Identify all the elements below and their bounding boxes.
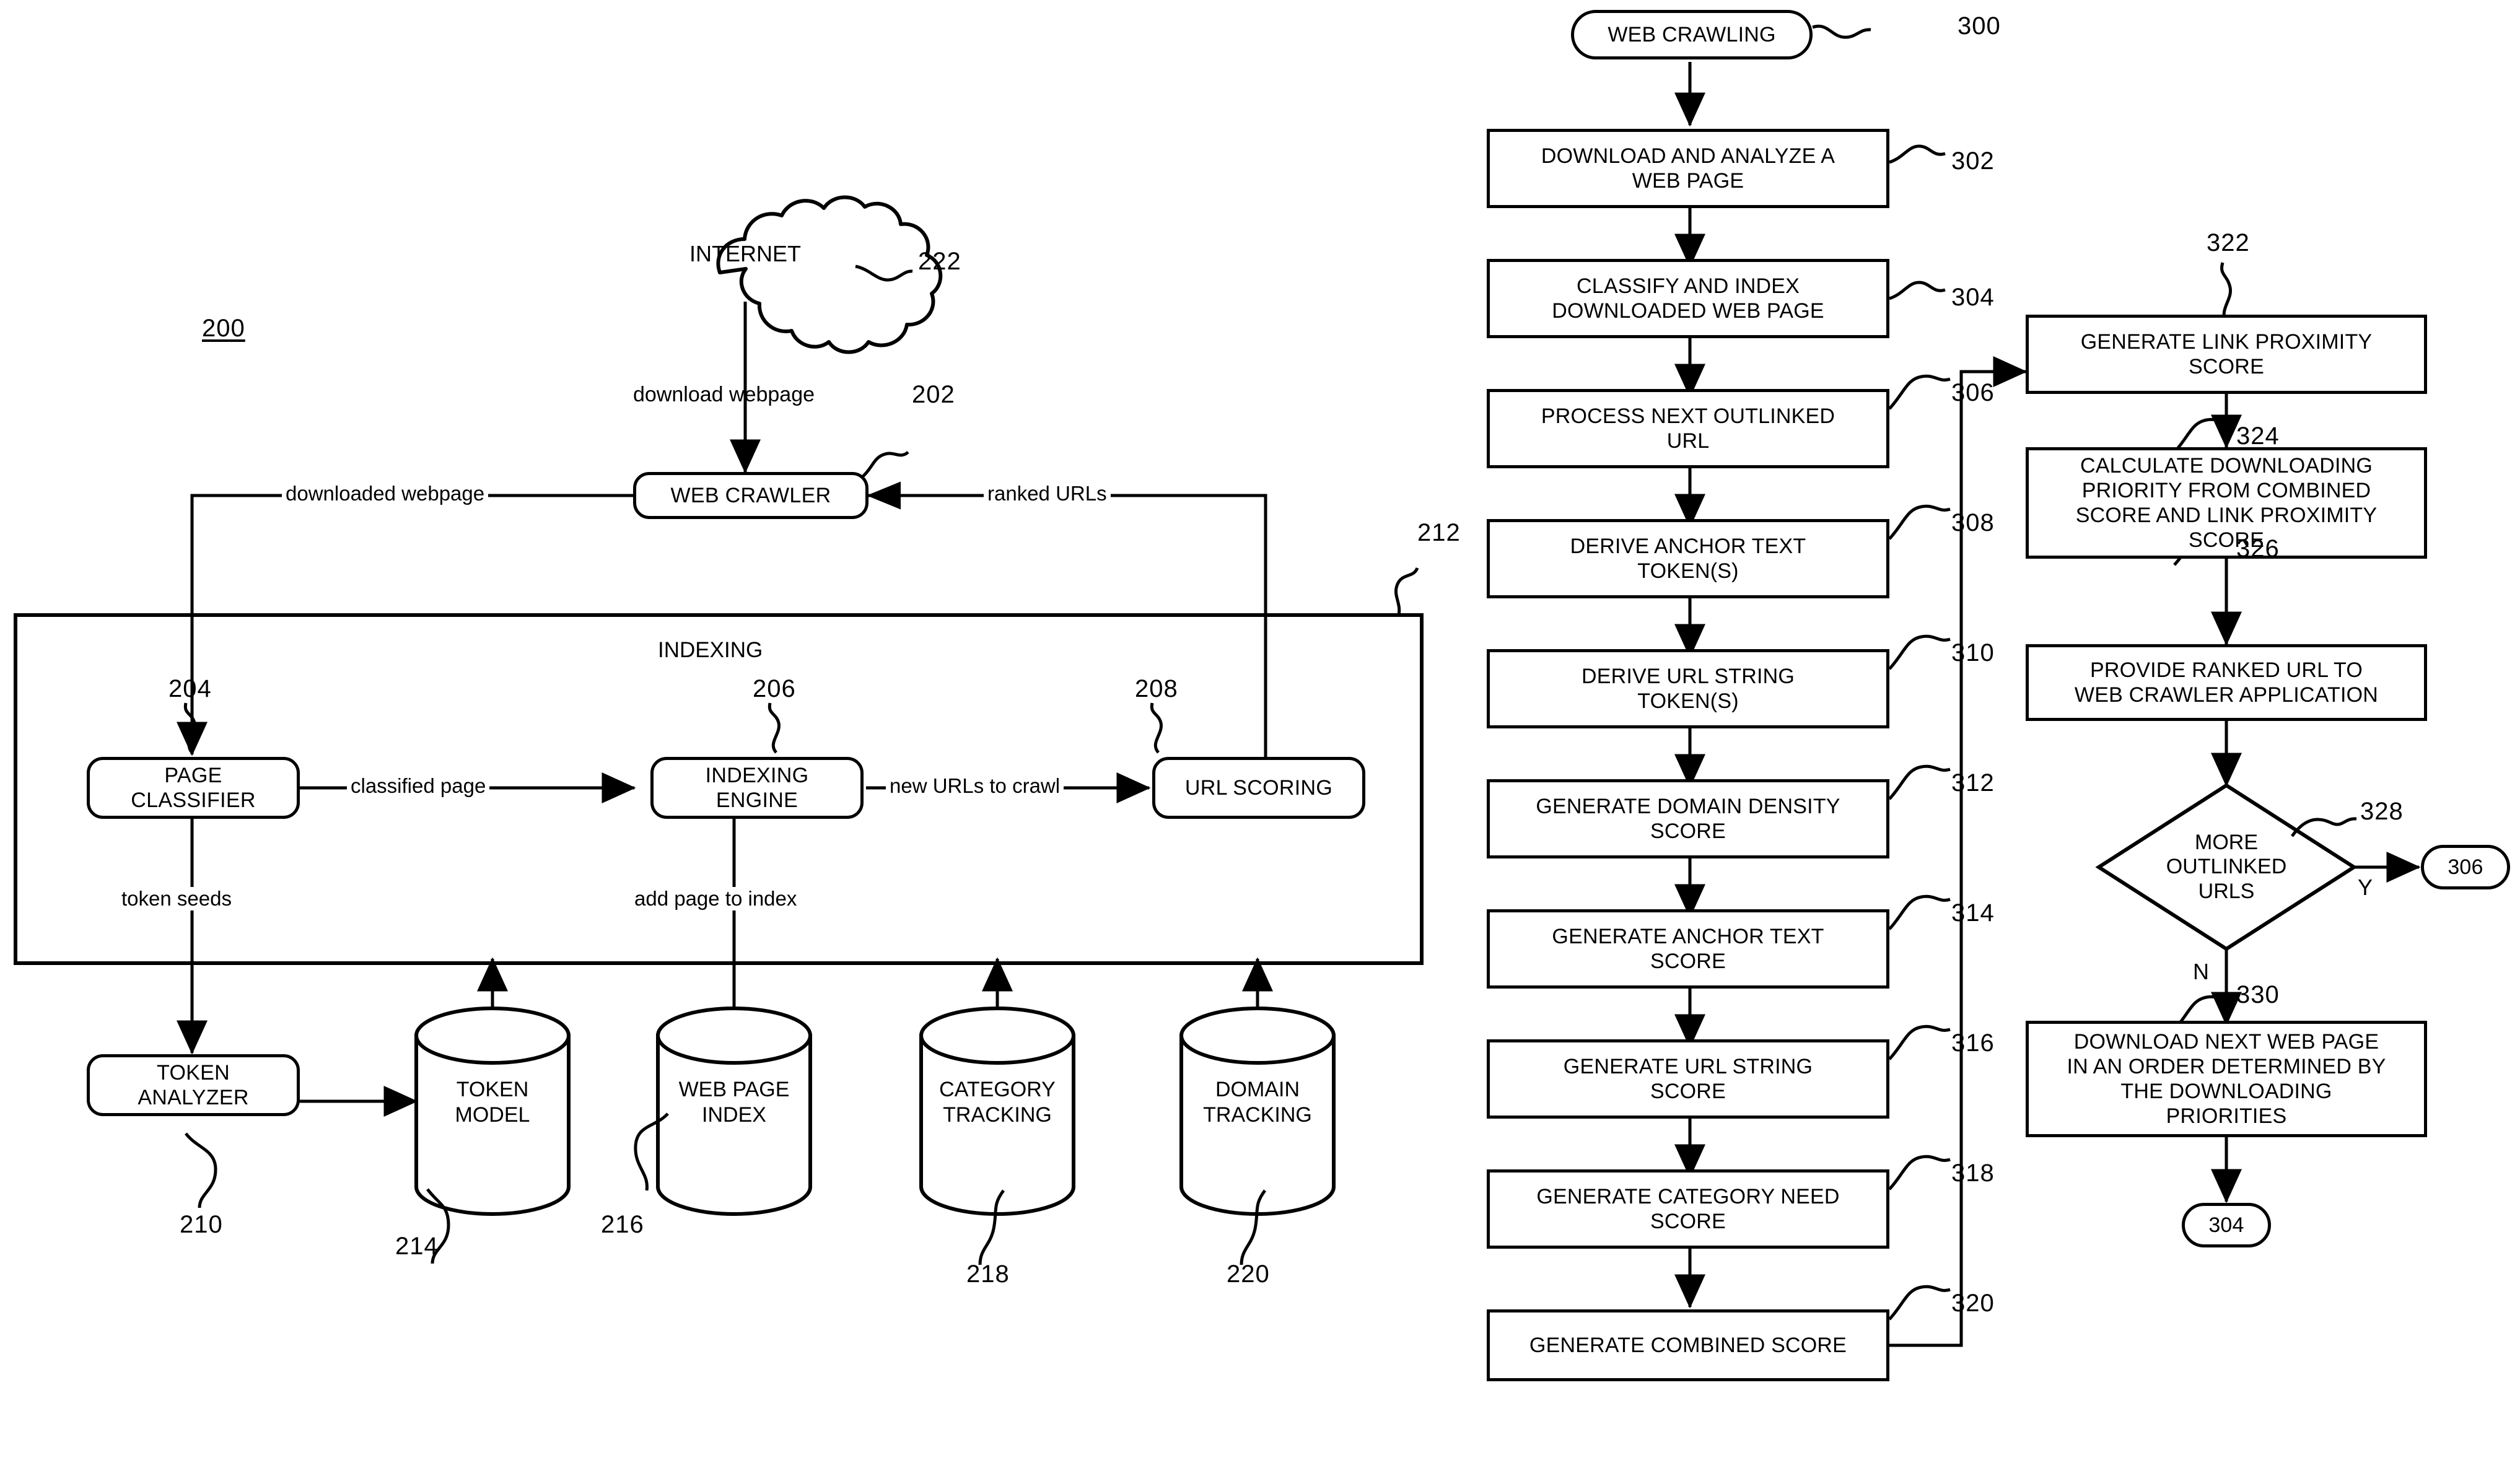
edge-label-ranked-urls: ranked URLs	[984, 482, 1111, 505]
flow-connector-306[interactable]: 306	[2421, 845, 2510, 889]
flow-step-316[interactable]: GENERATE URL STRING SCORE	[1487, 1039, 1889, 1119]
flow-connector-304[interactable]: 304	[2182, 1203, 2271, 1247]
ref-330: 330	[2236, 981, 2280, 1008]
ref-206: 206	[753, 675, 796, 702]
ref-204: 204	[168, 675, 212, 702]
cylinder-token-model	[414, 1007, 571, 1216]
flow-step-322[interactable]: GENERATE LINK PROXIMITY SCORE	[2026, 315, 2427, 394]
ref-314: 314	[1951, 899, 1995, 927]
ref-326: 326	[2236, 535, 2280, 562]
flow-step-318[interactable]: GENERATE CATEGORY NEED SCORE	[1487, 1169, 1889, 1249]
flow-step-330[interactable]: DOWNLOAD NEXT WEB PAGE IN AN ORDER DETER…	[2026, 1021, 2427, 1137]
ref-218: 218	[966, 1260, 1010, 1288]
ref-328: 328	[2360, 798, 2404, 825]
url-scoring-node[interactable]: URL SCORING	[1152, 757, 1365, 819]
internet-cloud-icon	[716, 195, 943, 354]
flow-step-302[interactable]: DOWNLOAD AND ANALYZE A WEB PAGE	[1487, 129, 1889, 208]
decision-yes-label: Y	[2358, 875, 2373, 900]
leader-300	[1812, 24, 1871, 39]
ref-322: 322	[2207, 229, 2250, 256]
ref-202: 202	[912, 381, 955, 408]
ref-310: 310	[1951, 639, 1995, 666]
patent-figure-sheet: 200 INTERNET 222 download webpage WEB CR…	[0, 0, 2520, 1463]
flow-step-306[interactable]: PROCESS NEXT OUTLINKED URL	[1487, 389, 1889, 468]
ref-220: 220	[1227, 1260, 1270, 1288]
flow-step-310[interactable]: DERIVE URL STRING TOKEN(S)	[1487, 649, 1889, 728]
edge-label-add-page-to-index: add page to index	[631, 887, 801, 911]
ref-316: 316	[1951, 1029, 1995, 1057]
ref-216: 216	[601, 1211, 644, 1238]
cylinder-category-tracking	[919, 1007, 1075, 1216]
flow-step-326[interactable]: PROVIDE RANKED URL TO WEB CRAWLER APPLIC…	[2026, 644, 2427, 721]
ref-318: 318	[1951, 1159, 1995, 1187]
ref-306: 306	[1951, 379, 1995, 406]
cylinder-domain-tracking	[1179, 1007, 1336, 1216]
decision-no-label: N	[2193, 959, 2209, 984]
token-analyzer-node[interactable]: TOKEN ANALYZER	[87, 1054, 300, 1116]
ref-300: 300	[1958, 12, 2001, 40]
decision-diamond	[2095, 783, 2358, 951]
indexing-engine-node[interactable]: INDEXING ENGINE	[650, 757, 864, 819]
ref-210: 210	[180, 1211, 223, 1238]
flow-start-web-crawling[interactable]: WEB CRAWLING	[1571, 10, 1813, 59]
flow-step-312[interactable]: GENERATE DOMAIN DENSITY SCORE	[1487, 779, 1889, 858]
flow-step-304[interactable]: CLASSIFY AND INDEX DOWNLOADED WEB PAGE	[1487, 259, 1889, 338]
cylinder-web-page-index	[656, 1007, 812, 1216]
ref-304: 304	[1951, 284, 1995, 311]
edge-label-token-seeds: token seeds	[118, 887, 235, 911]
ref-214: 214	[395, 1233, 439, 1260]
indexing-container-title: INDEXING	[658, 638, 763, 662]
figure-200-reference: 200	[202, 315, 245, 342]
ref-222: 222	[918, 248, 961, 275]
edge-label-new-urls-to-crawl: new URLs to crawl	[886, 774, 1064, 798]
ref-208: 208	[1135, 675, 1178, 702]
edge-label-download-webpage: download webpage	[633, 383, 815, 406]
ref-212: 212	[1417, 519, 1461, 546]
edge-label-classified-page: classified page	[347, 774, 490, 798]
flow-step-320[interactable]: GENERATE COMBINED SCORE	[1487, 1309, 1889, 1381]
edge-label-downloaded-webpage: downloaded webpage	[282, 482, 489, 505]
flow-step-308[interactable]: DERIVE ANCHOR TEXT TOKEN(S)	[1487, 519, 1889, 598]
ref-324: 324	[2236, 422, 2280, 450]
web-crawler-node[interactable]: WEB CRAWLER	[633, 472, 868, 519]
ref-302: 302	[1951, 147, 1995, 175]
page-classifier-node[interactable]: PAGE CLASSIFIER	[87, 757, 300, 819]
ref-320: 320	[1951, 1290, 1995, 1317]
flow-step-314[interactable]: GENERATE ANCHOR TEXT SCORE	[1487, 909, 1889, 989]
ref-308: 308	[1951, 509, 1995, 536]
flow-step-324[interactable]: CALCULATE DOWNLOADING PRIORITY FROM COMB…	[2026, 447, 2427, 559]
ref-312: 312	[1951, 769, 1995, 797]
